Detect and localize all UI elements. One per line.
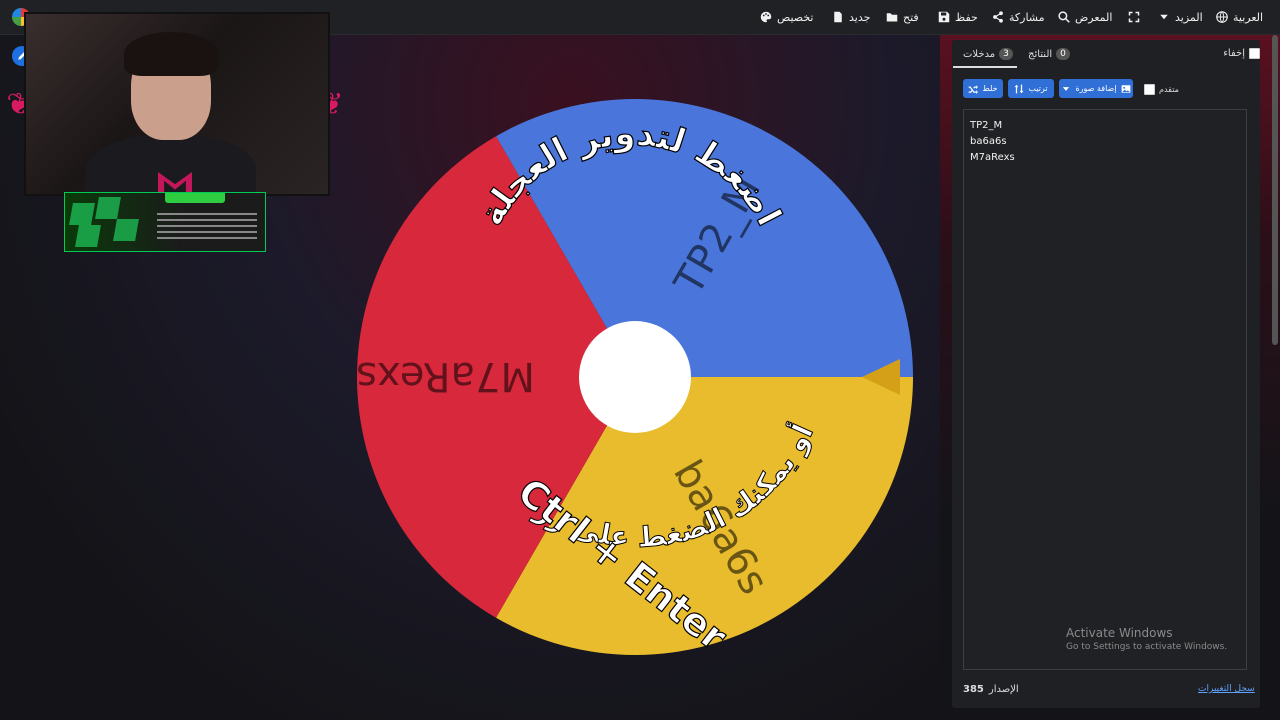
advanced-toggle[interactable]: متقدم bbox=[1144, 84, 1179, 95]
new-label: جديد bbox=[849, 10, 871, 24]
tab-results-label: النتائج bbox=[1028, 48, 1053, 60]
open-button[interactable]: فتح bbox=[886, 0, 919, 34]
add-image-button[interactable]: إضافة صورة bbox=[1059, 79, 1133, 98]
customize-label: تخصيص bbox=[777, 10, 814, 24]
tab-entries[interactable]: مدخلات 3 bbox=[963, 48, 1013, 60]
entries-textarea[interactable]: TP2_M ba6a6s M7aRexs bbox=[963, 109, 1247, 670]
banner-block bbox=[113, 219, 139, 241]
advanced-label: متقدم bbox=[1159, 85, 1179, 94]
caret-down-icon bbox=[1160, 14, 1168, 20]
hide-checkbox[interactable] bbox=[1249, 48, 1260, 59]
webcam-overlay bbox=[24, 12, 330, 196]
banner-title-pill bbox=[165, 193, 225, 203]
share-label: مشاركة bbox=[1009, 10, 1045, 24]
advanced-checkbox[interactable] bbox=[1144, 84, 1155, 95]
version-number: 385 bbox=[963, 684, 984, 695]
globe-icon bbox=[1216, 11, 1228, 23]
windows-activation-watermark: Activate Windows Go to Settings to activ… bbox=[1066, 626, 1227, 652]
shuffle-button[interactable]: خلط bbox=[963, 79, 1003, 98]
sort-button[interactable]: ترتيب bbox=[1008, 79, 1054, 98]
stream-overlay-banner bbox=[64, 192, 266, 252]
customize-button[interactable]: تخصيص bbox=[760, 0, 814, 34]
tab-entries-count: 3 bbox=[999, 48, 1013, 60]
new-button[interactable]: جديد bbox=[832, 0, 870, 34]
watermark-title: Activate Windows bbox=[1066, 626, 1173, 640]
gallery-label: المعرض bbox=[1075, 10, 1113, 24]
fullscreen-icon bbox=[1128, 11, 1140, 23]
webcam-person-hair bbox=[124, 32, 218, 76]
active-tab-indicator bbox=[953, 66, 1017, 68]
sort-icon bbox=[1015, 84, 1024, 93]
image-icon bbox=[1121, 84, 1130, 93]
search-icon bbox=[1058, 11, 1070, 23]
entry-line: TP2_M bbox=[970, 120, 1003, 131]
changelog-link[interactable]: سجل التغييرات bbox=[1198, 684, 1255, 694]
language-label: العربية bbox=[1233, 10, 1264, 24]
sort-label: ترتيب bbox=[1028, 84, 1048, 93]
wheel-center[interactable] bbox=[579, 321, 691, 433]
tab-results-count: 0 bbox=[1056, 48, 1070, 60]
banner-block bbox=[75, 225, 101, 247]
wheel-slice-label: M7aRexs bbox=[356, 353, 535, 399]
fullscreen-button[interactable] bbox=[1128, 0, 1140, 34]
share-button[interactable]: مشاركة bbox=[992, 0, 1045, 34]
version-label: الإصدار bbox=[988, 684, 1019, 695]
watermark-subtitle: Go to Settings to activate Windows. bbox=[1066, 642, 1228, 652]
version-info: 385 الإصدار bbox=[963, 684, 1019, 695]
gallery-button[interactable]: المعرض bbox=[1058, 0, 1112, 34]
tab-entries-label: مدخلات bbox=[963, 48, 996, 60]
spin-wheel[interactable]: TP2_Mba6a6sM7aRexs اضغط لتدوير العجلة أو… bbox=[345, 87, 925, 667]
save-icon bbox=[938, 11, 950, 23]
webcam-person-body bbox=[86, 134, 256, 194]
folder-icon bbox=[886, 13, 898, 22]
shuffle-icon bbox=[969, 84, 979, 94]
palette-icon bbox=[760, 11, 772, 23]
page-scrollbar[interactable] bbox=[1272, 35, 1278, 345]
entry-line: M7aRexs bbox=[970, 152, 1015, 163]
more-menu[interactable]: المزيد bbox=[1158, 0, 1203, 34]
banner-block bbox=[95, 197, 121, 219]
open-label: فتح bbox=[903, 10, 919, 24]
save-label: حفظ bbox=[955, 10, 978, 24]
more-label: المزيد bbox=[1175, 10, 1203, 24]
tab-results[interactable]: النتائج 0 bbox=[1028, 48, 1070, 60]
share-icon bbox=[993, 11, 1003, 23]
caret-down-icon bbox=[1063, 86, 1070, 91]
save-button[interactable]: حفظ bbox=[938, 0, 978, 34]
banner-text-lines bbox=[157, 209, 257, 243]
entry-line: ba6a6s bbox=[970, 136, 1007, 147]
file-icon bbox=[834, 11, 842, 23]
hide-toggle[interactable]: إخفاء bbox=[1223, 48, 1260, 59]
banner-block bbox=[69, 203, 95, 225]
add-image-label: إضافة صورة bbox=[1075, 84, 1117, 93]
shuffle-label: خلط bbox=[982, 84, 998, 93]
hide-label: إخفاء bbox=[1223, 48, 1245, 59]
language-menu[interactable]: العربية bbox=[1216, 0, 1263, 34]
